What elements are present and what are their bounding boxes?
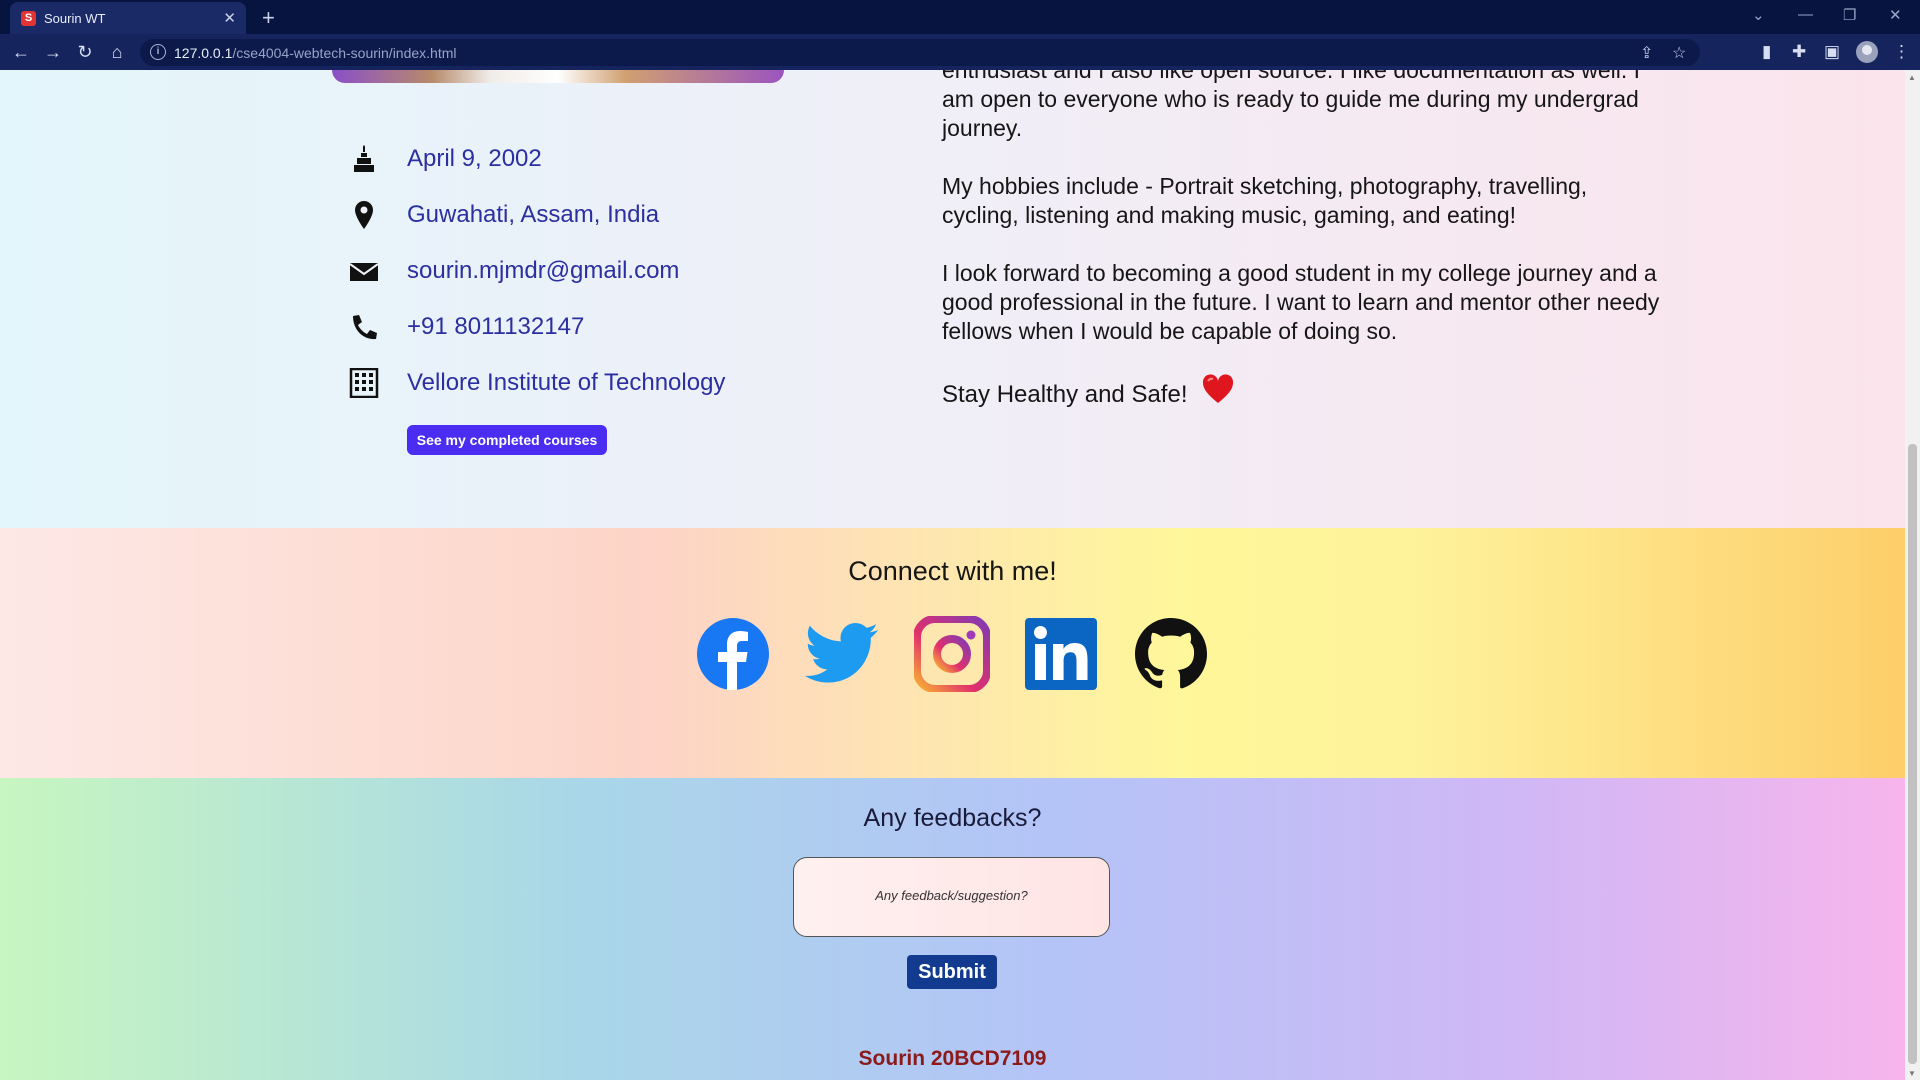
- bio-paragraph: I look forward to becoming a good studen…: [942, 260, 1660, 344]
- page-viewport: April 9, 2002 Guwahati, Assam, India sou…: [0, 70, 1905, 1080]
- about-section: April 9, 2002 Guwahati, Assam, India sou…: [0, 70, 1905, 528]
- email-text: sourin.mjmdr@gmail.com: [407, 257, 680, 284]
- building-icon: [349, 368, 379, 398]
- url-host: 127.0.0.1: [174, 45, 233, 61]
- tab-title: Sourin WT: [44, 11, 106, 26]
- url-path: /cse4004-webtech-sourin/index.html: [232, 45, 457, 61]
- birthday-text: April 9, 2002: [407, 145, 542, 172]
- heart-icon: [1203, 374, 1234, 403]
- forward-icon[interactable]: →: [42, 41, 64, 63]
- browser-tab[interactable]: S Sourin WT ✕: [10, 2, 246, 34]
- location-text: Guwahati, Assam, India: [407, 201, 660, 228]
- connect-title: Connect with me!: [848, 556, 1057, 586]
- feedback-input[interactable]: [793, 857, 1110, 937]
- reload-icon[interactable]: ↻: [74, 41, 96, 63]
- share-icon[interactable]: ⇪: [1640, 43, 1653, 63]
- tab-close-icon[interactable]: ✕: [223, 9, 236, 27]
- minimize-icon[interactable]: —: [1798, 6, 1813, 23]
- site-info-icon[interactable]: i: [150, 44, 166, 60]
- browser-tab-strip: S Sourin WT ✕ + ⌄ — ❐ ✕: [0, 0, 1920, 34]
- back-icon[interactable]: ←: [10, 41, 32, 63]
- phone-icon: [353, 315, 377, 340]
- bio-text: enthusiast and I also like open source. …: [942, 70, 1662, 375]
- menu-kebab-icon[interactable]: ⋮: [1893, 42, 1910, 62]
- restore-icon[interactable]: ❐: [1843, 6, 1856, 24]
- connect-section: Connect with me!: [0, 528, 1905, 778]
- profile-photo: [332, 70, 784, 83]
- bio-paragraph: enthusiast and I also like open source. …: [942, 70, 1641, 141]
- page-scrollbar[interactable]: ▲ ▼: [1905, 70, 1920, 1080]
- address-bar[interactable]: i 127.0.0.1/cse4004-webtech-sourin/index…: [140, 39, 1700, 66]
- tab-search-icon[interactable]: ⌄: [1752, 6, 1765, 24]
- completed-courses-button[interactable]: See my completed courses: [407, 425, 607, 455]
- extension-icon[interactable]: ▮: [1762, 42, 1771, 62]
- twitter-icon[interactable]: [804, 616, 880, 692]
- profile-avatar[interactable]: [1856, 41, 1878, 63]
- location-pin-icon: [355, 201, 373, 229]
- phone-text: +91 8011132147: [407, 313, 585, 340]
- side-panel-icon[interactable]: ▣: [1824, 42, 1840, 62]
- scroll-thumb[interactable]: [1908, 444, 1917, 1064]
- window-close-icon[interactable]: ✕: [1889, 6, 1902, 24]
- scroll-up-arrow-icon[interactable]: ▲: [1908, 73, 1916, 82]
- college-text: Vellore Institute of Technology: [407, 369, 726, 396]
- bookmark-star-icon[interactable]: ☆: [1672, 43, 1686, 63]
- favicon-icon: S: [21, 11, 36, 26]
- facebook-icon[interactable]: [695, 616, 771, 692]
- cake-icon: [354, 145, 374, 172]
- scroll-down-arrow-icon[interactable]: ▼: [1908, 1069, 1916, 1078]
- closing-text: Stay Healthy and Safe!: [942, 381, 1188, 408]
- new-tab-icon[interactable]: +: [262, 5, 275, 31]
- github-icon[interactable]: [1133, 616, 1209, 692]
- feedback-title: Any feedbacks?: [863, 804, 1042, 832]
- feedback-section: Any feedbacks? Submit Sourin 20BCD7109: [0, 778, 1905, 1080]
- bio-paragraph: My hobbies include - Portrait sketching,…: [942, 173, 1588, 228]
- submit-button[interactable]: Submit: [907, 955, 997, 989]
- home-icon[interactable]: ⌂: [106, 41, 128, 63]
- footer-credit: Sourin 20BCD7109: [858, 1047, 1047, 1070]
- url-text[interactable]: 127.0.0.1/cse4004-webtech-sourin/index.h…: [174, 45, 457, 61]
- closing-line: Stay Healthy and Safe!: [942, 374, 1234, 409]
- envelope-icon: [349, 263, 379, 281]
- puzzle-icon[interactable]: ✚: [1792, 42, 1806, 62]
- browser-toolbar: ← → ↻ ⌂ i 127.0.0.1/cse4004-webtech-sour…: [0, 34, 1920, 70]
- linkedin-icon[interactable]: [1023, 616, 1099, 692]
- instagram-icon[interactable]: [914, 616, 990, 692]
